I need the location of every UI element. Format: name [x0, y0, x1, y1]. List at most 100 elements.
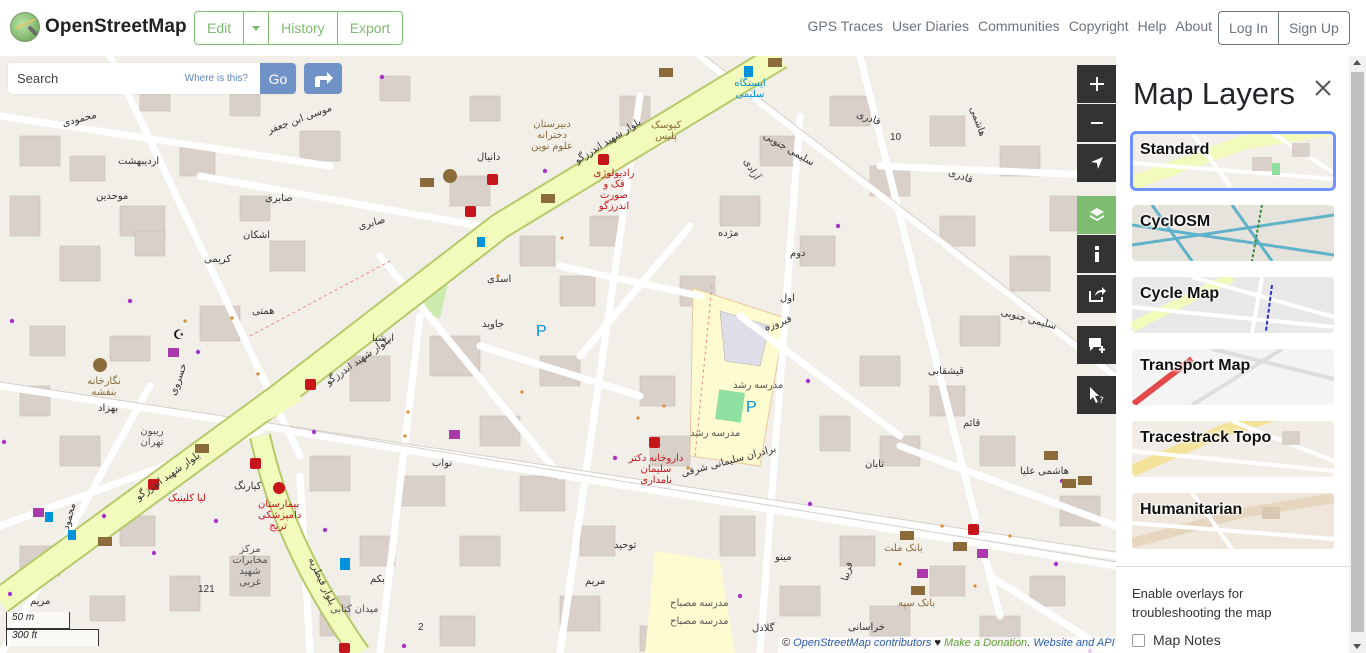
brand-logo[interactable]: OpenStreetMap [10, 12, 187, 42]
nav-link-help[interactable]: Help [1138, 18, 1167, 34]
map-label: موحدین [96, 191, 129, 202]
map-notes-toggle[interactable]: Map Notes [1132, 632, 1221, 648]
nav-link-user-diaries[interactable]: User Diaries [892, 18, 969, 34]
map-key-button[interactable] [1077, 235, 1116, 273]
layer-name: Humanitarian [1140, 501, 1243, 518]
map-label: اسدی [487, 274, 512, 285]
map-notes-label: Map Notes [1153, 632, 1221, 648]
map-label: 2 [418, 622, 424, 633]
zoom-out-button[interactable] [1077, 104, 1116, 142]
panel-scrollbar[interactable] [1349, 56, 1366, 653]
map-label: مریم [30, 596, 51, 607]
edit-dropdown-toggle[interactable] [244, 12, 270, 44]
attribution-separator: . [1027, 637, 1031, 649]
layer-tracestrack-topo[interactable]: Tracestrack Topo [1132, 421, 1334, 477]
search-go-button[interactable]: Go [260, 63, 296, 94]
layer-humanitarian[interactable]: Humanitarian [1132, 493, 1334, 549]
api-terms-link[interactable]: Website and API terms [1033, 637, 1116, 649]
export-button[interactable]: Export [338, 12, 402, 44]
map-label: مریم [585, 576, 606, 587]
location-arrow-icon [1090, 157, 1103, 169]
poi-label: میدان کتابی [330, 604, 379, 615]
map-label: گلادل [752, 623, 775, 634]
history-button[interactable]: History [269, 12, 338, 44]
map-notes-checkbox[interactable] [1132, 633, 1145, 647]
osm-contributors-link[interactable]: OpenStreetMap contributors [793, 637, 931, 649]
map-label: 10 [890, 132, 902, 143]
poi-label: نگارخانه بنفشه [87, 376, 121, 398]
add-note-icon [1088, 338, 1105, 353]
map-label: ارشیا [372, 333, 395, 344]
map-label: نواب [432, 458, 453, 469]
map-label: قائم [963, 418, 981, 429]
layer-name: Standard [1140, 141, 1210, 158]
copyright-symbol: © [782, 637, 791, 649]
poi-label: مدرسه رشد [733, 380, 784, 391]
scroll-up-icon[interactable] [1353, 60, 1361, 65]
svg-text:?: ? [1099, 396, 1104, 404]
poi-label: بانک ملت [884, 543, 923, 554]
map-label: کریمی [204, 254, 232, 265]
map-label: 121 [198, 584, 215, 595]
poi-label: رادیولوژی فک و صورت اندرزگو [593, 168, 635, 212]
map-label: همتی [252, 306, 275, 317]
layer-standard[interactable]: Standard [1130, 131, 1336, 191]
poi-label: بانک سپه [898, 598, 936, 609]
nav-link-communities[interactable]: Communities [978, 18, 1060, 34]
map-label: بهزاد [98, 403, 119, 414]
search-input[interactable]: Search [8, 71, 185, 86]
close-panel-button[interactable] [1313, 78, 1333, 98]
brand-name: OpenStreetMap [45, 16, 187, 37]
signup-button[interactable]: Sign Up [1279, 12, 1349, 44]
map-label: جاوید [482, 319, 505, 330]
poi-label: مدرسه رشد [690, 428, 741, 439]
layer-cyclosm[interactable]: CyclOSM [1132, 205, 1334, 261]
map-label: مینو [775, 552, 792, 563]
map-label: قیشقابی [928, 366, 964, 377]
map-label: خراسانی [848, 622, 886, 633]
map-label: دانیال [477, 152, 501, 163]
map-label: بکم [370, 574, 385, 585]
nav-link-about[interactable]: About [1175, 18, 1212, 34]
magnifier-globe-icon [10, 12, 40, 42]
scrollbar-thumb[interactable] [1351, 72, 1364, 632]
layers-icon [1089, 208, 1104, 221]
locate-button[interactable] [1077, 144, 1116, 182]
panel-divider [1116, 566, 1349, 567]
edit-button[interactable]: Edit [195, 12, 245, 44]
map-label: اردیبهشت [118, 156, 160, 167]
zoom-in-button[interactable] [1077, 65, 1116, 103]
layer-transport-map[interactable]: Transport Map [1132, 349, 1334, 405]
poi-label: داروخانه دکتر سلیمان نامداری [628, 453, 684, 486]
secondary-nav: GPS Traces User Diaries Communities Copy… [799, 18, 1213, 34]
query-features-button[interactable]: ? [1077, 376, 1116, 414]
poi-label: لیا کلینیک [168, 493, 206, 504]
scroll-down-icon[interactable] [1353, 644, 1361, 649]
scale-bar: 50 m 300 ft [6, 612, 99, 646]
add-note-button[interactable] [1077, 326, 1116, 364]
query-cursor-icon: ? [1089, 387, 1104, 404]
layer-cycle-map[interactable]: Cycle Map [1132, 277, 1334, 333]
scale-metric: 50 m [6, 612, 70, 629]
poi-label: مدرسه مصباح [670, 616, 729, 627]
map-label: صابری [265, 193, 293, 204]
nav-link-copyright[interactable]: Copyright [1069, 18, 1129, 34]
map-label: هاشمی علیا [1020, 466, 1069, 477]
minus-icon [1090, 122, 1103, 124]
share-button[interactable] [1077, 275, 1116, 313]
donate-link[interactable]: Make a Donation [944, 637, 1027, 649]
poi-label: بیمارستان دامپزشکی تریج [258, 499, 302, 532]
layers-button[interactable] [1077, 196, 1116, 234]
login-button[interactable]: Log In [1219, 12, 1279, 44]
map-label: دوم [790, 248, 806, 259]
poi-label: ایستگاه سلیمی [734, 78, 766, 100]
svg-text:P: P [536, 323, 547, 340]
layer-name: Transport Map [1140, 357, 1251, 374]
edit-button-group: Edit History Export [194, 11, 404, 45]
where-is-this-link[interactable]: Where is this? [185, 73, 248, 84]
scale-imperial: 300 ft [6, 629, 99, 646]
map-canvas[interactable]: P P ☪ هاشمی علیا برادران سلیمانی شرقی سل… [0, 56, 1116, 653]
directions-button[interactable] [304, 63, 342, 94]
map-attribution: © OpenStreetMap contributors ♥ Make a Do… [778, 637, 1116, 653]
nav-link-gps-traces[interactable]: GPS Traces [808, 18, 883, 34]
